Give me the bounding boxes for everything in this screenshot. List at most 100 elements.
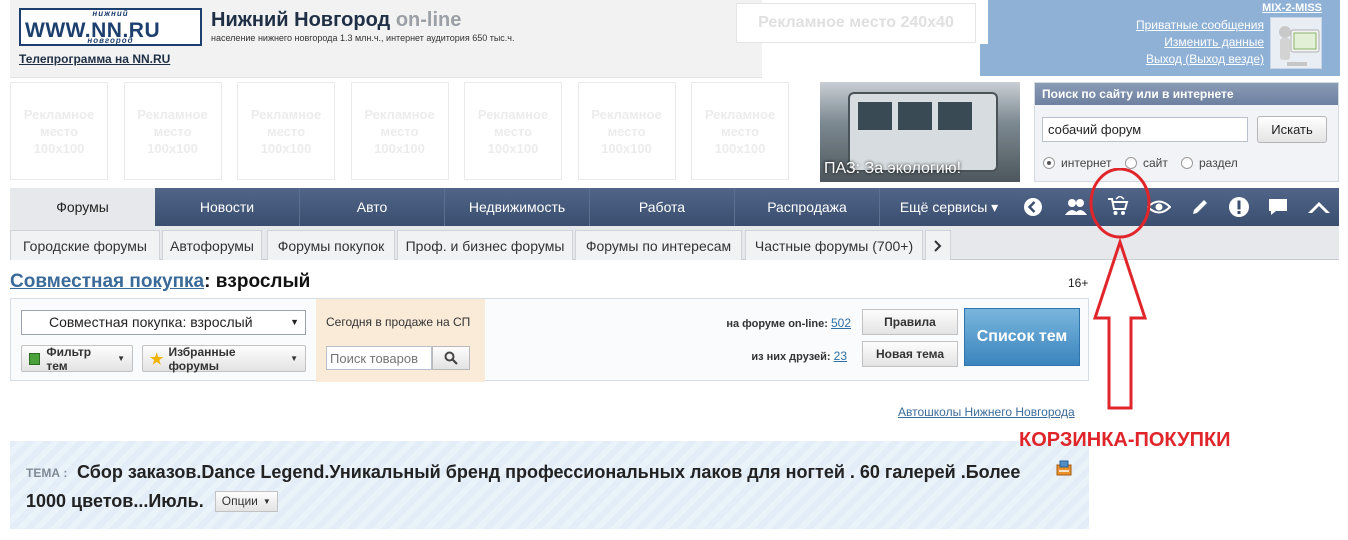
subtab-shopping-forums[interactable]: Форумы покупок xyxy=(267,230,395,260)
city-online: on-line xyxy=(395,9,462,31)
topic-tools-icon[interactable] xyxy=(1055,459,1073,477)
subtab-city-forums[interactable]: Городские форумы xyxy=(10,230,160,260)
subtab-private-forums[interactable]: Частные форумы (700+) xyxy=(745,230,923,260)
top-ad-placeholder[interactable]: Рекламное место 240x40 xyxy=(736,3,976,43)
ad-placeholder-3[interactable]: Рекламное место 100x100 xyxy=(237,82,335,180)
site-logo[interactable]: нижний WWW.NN.RU новгород xyxy=(19,8,202,46)
ad-placeholder-text: Рекламное место 100x100 xyxy=(24,106,94,157)
forum-title-rest: : взрослый xyxy=(204,271,311,292)
ad-placeholder-line: место xyxy=(720,123,760,139)
logout-link[interactable]: Выход (Выход везде) xyxy=(1146,52,1264,66)
favorite-forums-button[interactable]: ★ Избранные форумы ▼ xyxy=(142,345,306,373)
ad-placeholder-line: Рекламное xyxy=(591,106,662,122)
forum-select[interactable]: Совместная покупка: взрослый ▼ xyxy=(21,310,306,335)
topic-title-text: Сбор заказов.Dance Legend.Уникальный бре… xyxy=(26,462,1021,511)
ad-placeholder-2[interactable]: Рекламное место 100x100 xyxy=(123,82,222,180)
star-icon: ★ xyxy=(150,350,164,368)
forum-category-link[interactable]: Совместная покупка xyxy=(10,271,204,292)
annotation-overlay xyxy=(1089,168,1151,410)
city-subtitle: население нижнего новгорода 1.3 млн.ч., … xyxy=(211,33,515,43)
chevron-down-icon: ▼ xyxy=(290,317,299,327)
search-heading: Поиск по сайту или в интернете xyxy=(1035,83,1338,105)
ad-placeholder-text: Рекламное место 100x100 xyxy=(591,106,661,157)
search-button[interactable]: Искать xyxy=(1257,116,1327,143)
radio-section[interactable]: раздел xyxy=(1181,156,1238,170)
friends-count-link[interactable]: 23 xyxy=(834,349,847,363)
goods-search-button[interactable] xyxy=(432,346,470,370)
tab-sale[interactable]: Распродажа xyxy=(735,188,880,226)
logo-bottom-text: новгород xyxy=(87,36,134,45)
ad-placeholder-line: Рекламное xyxy=(364,106,435,122)
sale-panel: Сегодня в продаже на СП xyxy=(316,299,485,382)
pencil-icon[interactable] xyxy=(1187,194,1213,220)
ad-placeholder-text: Рекламное место 100x100 xyxy=(478,106,548,157)
sale-title: Сегодня в продаже на СП xyxy=(326,315,471,329)
city-title: Нижний Новгород on-line xyxy=(211,9,461,32)
driving-schools-link[interactable]: Автошколы Нижнего Новгорода xyxy=(898,405,1075,419)
comment-icon[interactable] xyxy=(1265,194,1291,220)
topic-title: Сбор заказов.Dance Legend.Уникальный бре… xyxy=(26,458,1036,516)
goods-search-input[interactable] xyxy=(326,346,432,370)
ad-placeholder-line: место xyxy=(153,123,192,139)
user-name-link[interactable]: MIX-2-MISS xyxy=(1262,2,1322,14)
edit-profile-link[interactable]: Изменить данные xyxy=(1164,35,1264,49)
ad-placeholder-line: 100x100 xyxy=(374,140,425,156)
ad-placeholder-line: Рекламное xyxy=(477,106,549,122)
tab-news[interactable]: Новости xyxy=(155,188,300,226)
online-label: на форуме on-line: xyxy=(726,318,828,330)
subtab-scroll-right[interactable] xyxy=(925,230,951,260)
tv-program-link[interactable]: Телепрограмма на NN.RU xyxy=(19,52,170,66)
tab-realty[interactable]: Недвижимость xyxy=(445,188,590,226)
search-input[interactable] xyxy=(1042,117,1248,142)
ad-placeholder-line: место xyxy=(607,123,646,139)
friends-stat: из них друзей: 23 xyxy=(701,349,847,363)
filter-topics-label: Фильтр тем xyxy=(46,344,92,373)
subtab-interest-forums[interactable]: Форумы по интересам xyxy=(575,230,742,260)
subtab-auto-forums[interactable]: Автофорумы xyxy=(162,230,262,260)
private-messages-link[interactable]: Приватные сообщения xyxy=(1136,18,1264,32)
avatar[interactable] xyxy=(1270,17,1322,69)
rules-button[interactable]: Правила xyxy=(862,309,958,335)
tab-forums[interactable]: Форумы xyxy=(10,188,155,226)
caret-down-icon: ▼ xyxy=(117,354,125,363)
annotation-arrow xyxy=(1092,237,1148,410)
back-circle-icon[interactable] xyxy=(1020,194,1046,220)
new-topic-button[interactable]: Новая тема xyxy=(862,341,958,367)
subtab-business-forums[interactable]: Проф. и бизнес форумы xyxy=(397,230,573,260)
radio-internet-dot[interactable] xyxy=(1043,157,1055,169)
ad-placeholder-text: Рекламное место 100x100 xyxy=(364,106,434,157)
ad-placeholder-line: 100x100 xyxy=(714,140,766,156)
news-photo-banner[interactable]: ПАЗ: За экологию! xyxy=(820,82,1020,182)
page-title: Совместная покупка: взрослый xyxy=(10,271,310,293)
alert-icon[interactable] xyxy=(1226,194,1252,220)
avatar-image xyxy=(1279,26,1320,66)
friends-label: из них друзей: xyxy=(751,351,831,363)
ad-placeholder-7[interactable]: Рекламное место 100x100 xyxy=(691,82,789,180)
ad-placeholder-5[interactable]: Рекламное место 100x100 xyxy=(464,82,562,180)
tab-jobs[interactable]: Работа xyxy=(590,188,735,226)
ad-placeholder-text: Рекламное место 100x100 xyxy=(705,106,775,157)
filter-square-icon xyxy=(29,352,41,365)
annotation-circle xyxy=(1089,168,1151,239)
ad-placeholder-4[interactable]: Рекламное место 100x100 xyxy=(350,82,449,180)
topic-list-button[interactable]: Список тем xyxy=(964,308,1080,366)
annotation-label: КОРЗИНКА-ПОКУПКИ xyxy=(1019,429,1231,451)
tab-auto[interactable]: Авто xyxy=(300,188,445,226)
site-search-panel: Поиск по сайту или в интернете Искать ин… xyxy=(1034,82,1339,182)
user-panel: MIX-2-MISS Приватные сообщения Изменить … xyxy=(988,0,1340,76)
ad-placeholder-line: место xyxy=(493,123,533,139)
online-count-link[interactable]: 502 xyxy=(831,316,851,330)
topic-options-label: Опции xyxy=(221,494,258,508)
tab-more-services[interactable]: Ещё сервисы ▾ xyxy=(880,188,1018,226)
radio-section-label: раздел xyxy=(1199,156,1238,170)
search-icon xyxy=(444,351,458,365)
up-arrow-icon[interactable] xyxy=(1306,194,1332,220)
filter-topics-button[interactable]: Фильтр тем ▼ xyxy=(21,344,133,373)
ad-placeholder-line: 100x100 xyxy=(260,140,312,156)
topic-options-button[interactable]: Опции ▼ xyxy=(214,491,278,512)
ad-placeholder-line: место xyxy=(380,123,419,139)
ad-placeholder-6[interactable]: Рекламное место 100x100 xyxy=(577,82,676,180)
ad-placeholder-1[interactable]: Рекламное место 100x100 xyxy=(10,82,108,180)
radio-section-dot[interactable] xyxy=(1181,157,1193,169)
logo-top-text: нижний xyxy=(92,9,129,18)
